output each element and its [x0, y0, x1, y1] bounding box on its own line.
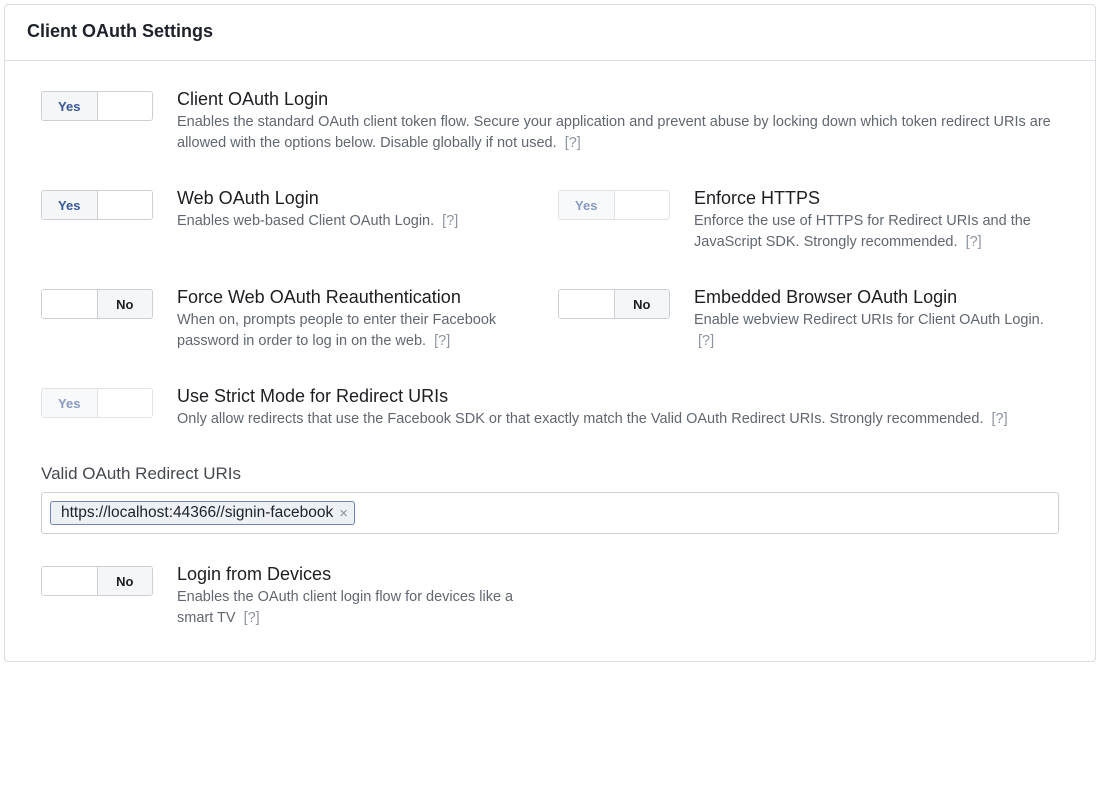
toggle-force-reauth[interactable]: Yes No	[41, 289, 153, 319]
help-icon[interactable]: [?]	[442, 213, 458, 229]
oauth-settings-panel: Client OAuth Settings Yes No Client OAut…	[4, 4, 1096, 662]
toggle-yes: Yes	[42, 389, 97, 417]
toggle-client-oauth-login[interactable]: Yes No	[41, 91, 153, 121]
panel-title: Client OAuth Settings	[5, 5, 1095, 61]
toggle-yes: Yes	[559, 290, 614, 318]
panel-body: Yes No Client OAuth Login Enables the st…	[5, 61, 1095, 661]
help-icon[interactable]: [?]	[992, 411, 1008, 427]
option-strict-mode: Yes No Use Strict Mode for Redirect URIs…	[41, 386, 1059, 430]
toggle-no: No	[614, 290, 670, 318]
toggle-no: No	[97, 191, 153, 219]
option-desc: Enables the standard OAuth client token …	[177, 112, 1059, 154]
toggle-strict-mode: Yes No	[41, 388, 153, 418]
option-title: Embedded Browser OAuth Login	[694, 287, 1059, 308]
toggle-no: No	[97, 290, 153, 318]
toggle-yes: Yes	[42, 290, 97, 318]
toggle-web-oauth-login[interactable]: Yes No	[41, 190, 153, 220]
option-desc: When on, prompts people to enter their F…	[177, 310, 542, 352]
option-login-devices: Yes No Login from Devices Enables the OA…	[41, 564, 542, 629]
option-desc: Enables web-based Client OAuth Login. [?…	[177, 211, 542, 232]
redirect-uris-section: Valid OAuth Redirect URIs https://localh…	[41, 464, 1059, 534]
help-icon[interactable]: [?]	[698, 333, 714, 349]
option-desc: Only allow redirects that use the Facebo…	[177, 409, 1059, 430]
help-icon[interactable]: [?]	[565, 135, 581, 151]
help-icon[interactable]: [?]	[244, 610, 260, 626]
toggle-no: No	[614, 191, 670, 219]
option-title: Client OAuth Login	[177, 89, 1059, 110]
option-desc: Enables the OAuth client login flow for …	[177, 587, 542, 629]
toggle-no: No	[97, 567, 153, 595]
option-enforce-https: Yes No Enforce HTTPS Enforce the use of …	[558, 188, 1059, 253]
remove-token-icon[interactable]: ×	[339, 505, 348, 522]
option-desc: Enforce the use of HTTPS for Redirect UR…	[694, 211, 1059, 253]
toggle-enforce-https: Yes No	[558, 190, 670, 220]
toggle-yes: Yes	[42, 567, 97, 595]
redirect-uri-text: https://localhost:44366//signin-facebook	[61, 504, 333, 522]
toggle-no: No	[97, 389, 153, 417]
toggle-yes: Yes	[559, 191, 614, 219]
toggle-login-devices[interactable]: Yes No	[41, 566, 153, 596]
help-icon[interactable]: [?]	[434, 333, 450, 349]
option-title: Force Web OAuth Reauthentication	[177, 287, 542, 308]
option-title: Enforce HTTPS	[694, 188, 1059, 209]
option-desc: Enable webview Redirect URIs for Client …	[694, 310, 1059, 352]
option-force-reauth: Yes No Force Web OAuth Reauthentication …	[41, 287, 542, 352]
option-embedded-browser: Yes No Embedded Browser OAuth Login Enab…	[558, 287, 1059, 352]
option-title: Login from Devices	[177, 564, 542, 585]
redirect-uris-input[interactable]: https://localhost:44366//signin-facebook…	[41, 492, 1059, 534]
help-icon[interactable]: [?]	[966, 234, 982, 250]
option-title: Use Strict Mode for Redirect URIs	[177, 386, 1059, 407]
option-web-oauth-login: Yes No Web OAuth Login Enables web-based…	[41, 188, 542, 253]
toggle-yes: Yes	[42, 191, 97, 219]
redirect-uri-token[interactable]: https://localhost:44366//signin-facebook…	[50, 501, 355, 525]
option-client-oauth-login: Yes No Client OAuth Login Enables the st…	[41, 89, 1059, 154]
option-title: Web OAuth Login	[177, 188, 542, 209]
redirect-uris-label: Valid OAuth Redirect URIs	[41, 464, 1059, 484]
toggle-embedded-browser[interactable]: Yes No	[558, 289, 670, 319]
toggle-yes: Yes	[42, 92, 97, 120]
toggle-no: No	[97, 92, 153, 120]
